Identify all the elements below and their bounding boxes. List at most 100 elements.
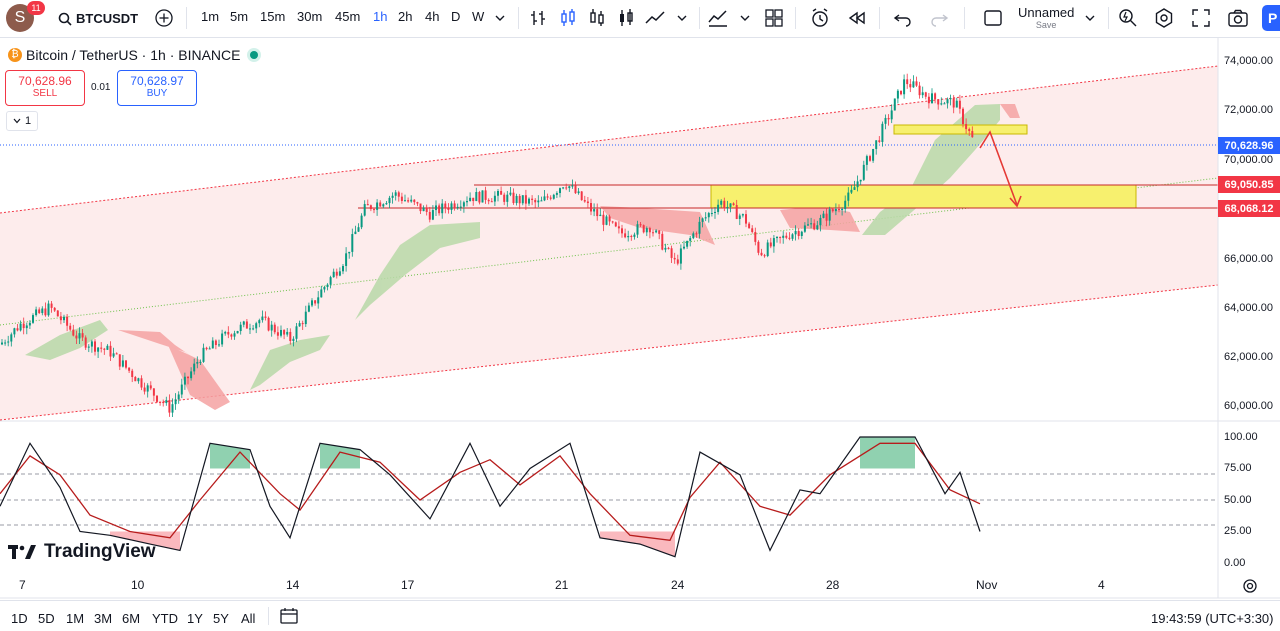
candle-body (664, 247, 667, 250)
candle-body (481, 190, 484, 203)
candle-body (115, 353, 118, 355)
candle-body (366, 204, 369, 206)
candle-body (528, 198, 530, 204)
candle-body (249, 328, 251, 330)
bitcoin-icon: ₿ (8, 48, 22, 62)
candle-body (233, 333, 236, 337)
time-axis-label: 7 (19, 578, 26, 592)
candle-body (342, 265, 344, 272)
clock-timezone[interactable]: 19:43:59 (UTC+3:30) (1151, 611, 1273, 626)
candle-body (276, 332, 279, 336)
range-5d[interactable]: 5D (38, 611, 55, 626)
candle-body (828, 209, 831, 221)
candle-body (670, 248, 673, 258)
candle-body (283, 329, 286, 335)
candle-body (307, 305, 310, 312)
candle-body (800, 231, 803, 236)
candle-body (741, 214, 744, 216)
candle-body (642, 225, 645, 233)
candle-body (958, 100, 961, 109)
candle-body (661, 233, 664, 250)
price-axis-label: 60,000.00 (1224, 400, 1273, 412)
candle-body (156, 395, 158, 402)
candle-body (506, 194, 509, 202)
candle-body (444, 203, 447, 209)
candle-body (568, 186, 571, 189)
axis-settings-icon[interactable] (1243, 579, 1257, 593)
candle-body (199, 361, 202, 363)
candle-body (208, 348, 211, 350)
candle-body (66, 316, 69, 326)
buy-button[interactable]: 70,628.97 BUY (117, 70, 197, 106)
symbol-legend: ₿ Bitcoin / TetherUS · 1h · BINANCE (8, 47, 259, 63)
candle-body (35, 309, 38, 316)
candle-body (410, 199, 413, 202)
candle-body (338, 271, 341, 276)
candle-body (673, 257, 676, 260)
candle-body (968, 129, 971, 132)
range-all[interactable]: All (241, 611, 255, 626)
price-axis-label: 70,000.00 (1224, 154, 1273, 166)
candle-body (841, 208, 844, 211)
candle-body (955, 100, 958, 108)
time-axis-label: 10 (131, 578, 145, 592)
candle-body (593, 209, 596, 212)
candle-body (32, 315, 34, 323)
candle-body (971, 131, 974, 138)
candle-body (462, 202, 465, 207)
candle-body (825, 213, 828, 221)
sell-price: 70,628.96 (18, 74, 72, 88)
candle-body (807, 224, 809, 226)
candle-body (369, 205, 372, 210)
sell-button[interactable]: 70,628.96 SELL (5, 70, 85, 106)
candle-body (413, 199, 416, 203)
range-3m[interactable]: 3M (94, 611, 112, 626)
candle-body (264, 316, 267, 318)
candle-body (239, 324, 242, 332)
range-6m[interactable]: 6M (122, 611, 140, 626)
range-1m[interactable]: 1M (66, 611, 84, 626)
candle-body (621, 228, 623, 234)
range-5y[interactable]: 5Y (213, 611, 229, 626)
go-to-date-icon[interactable] (279, 607, 299, 625)
candle-body (559, 188, 561, 194)
range-1y[interactable]: 1Y (187, 611, 203, 626)
candle-body (571, 185, 574, 187)
candle-body (686, 240, 689, 247)
candle-body (385, 203, 388, 205)
candle-body (788, 237, 791, 239)
candle-body (72, 329, 75, 336)
candle-body (658, 230, 661, 234)
market-status-icon (250, 51, 259, 59)
candle-body (630, 235, 633, 237)
candle-body (714, 211, 716, 214)
candle-body (503, 194, 506, 202)
range-1d[interactable]: 1D (11, 611, 28, 626)
candle-body (289, 331, 292, 342)
candle-body (230, 334, 233, 337)
candle-body (320, 289, 323, 298)
candle-body (4, 342, 7, 344)
candle-body (652, 232, 654, 234)
candle-body (280, 329, 282, 336)
candle-body (205, 347, 208, 350)
candle-body (757, 241, 760, 253)
time-axis[interactable]: 7 10 14 17 21 24 28 Nov 4 (0, 575, 1218, 595)
buy-price: 70,628.97 (130, 74, 184, 88)
candle-body (509, 192, 512, 195)
candle-body (162, 401, 165, 404)
candle-body (574, 185, 577, 194)
indicators-collapse-button[interactable]: 1 (6, 111, 38, 131)
candle-body (404, 200, 406, 202)
candle-body (311, 300, 313, 306)
range-ytd[interactable]: YTD (152, 611, 178, 626)
candle-body (900, 90, 902, 95)
candle-body (794, 231, 797, 235)
supply-zone-small (893, 124, 1028, 135)
oscillator-axis-label: 100.00 (1224, 431, 1258, 443)
candle-body (915, 81, 918, 86)
oscillator-axis-label: 75.00 (1224, 462, 1252, 474)
candle-body (819, 217, 822, 226)
candle-body (419, 203, 422, 212)
candle-body (416, 202, 419, 204)
